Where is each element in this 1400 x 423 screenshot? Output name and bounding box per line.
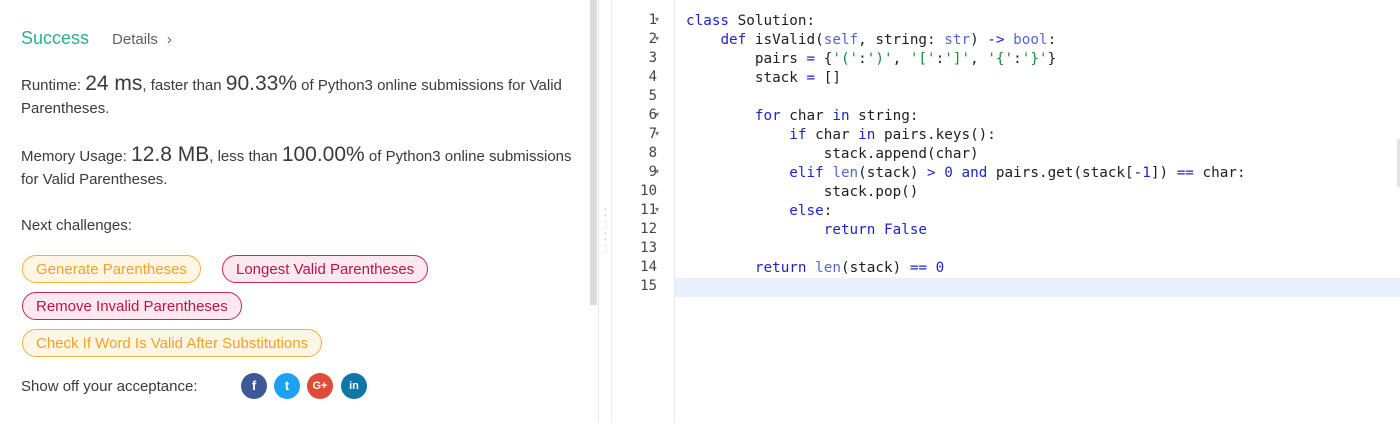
runtime-value: 24 ms (85, 72, 143, 95)
code-line[interactable]: elif len(stack) > 0 and pairs.get(stack[… (686, 164, 1245, 183)
line-number: 10 (640, 183, 657, 199)
line-number: 15 (640, 278, 657, 294)
code-line[interactable]: pairs = {'(':')', '[':']', '{':'}'} (686, 50, 1056, 69)
active-line-highlight (675, 278, 1400, 297)
runtime-summary: Runtime: 24 ms, faster than 90.33% of Py… (21, 72, 581, 120)
left-panel-scrollbar[interactable] (590, 0, 597, 305)
fold-arrow-icon[interactable]: ▾ (655, 129, 659, 138)
code-line[interactable]: for char in string: (686, 107, 919, 126)
code-line[interactable]: stack.pop() (686, 183, 919, 202)
submission-result-panel: Success Details › Runtime: 24 ms, faster … (0, 0, 590, 423)
details-link[interactable]: Details › (112, 31, 172, 48)
code-editor[interactable]: 1 ▾ 2 ▾ 3 4 5 6 ▾ 7 ▾ 8 9 ▾ 10 11 ▾ 12 13 14 15 class Soluti… (612, 0, 1400, 423)
line-number: 14 (640, 259, 657, 275)
panel-resize-handle[interactable]: · · · · · · · · (598, 0, 612, 423)
runtime-percentile: 90.33% (225, 72, 298, 95)
linkedin-icon[interactable]: in (341, 373, 367, 399)
code-line[interactable]: return False (686, 221, 927, 240)
code-line[interactable]: def isValid(self, string: str) -> bool: (686, 31, 1056, 50)
success-status: Success (21, 28, 90, 48)
line-number: 5 (648, 88, 657, 104)
code-line[interactable]: stack.append(char) (686, 145, 979, 164)
code-line[interactable]: if char in pairs.keys(): (686, 126, 996, 145)
runtime-mid-text: , faster than (142, 77, 226, 94)
memory-mid-text: , less than (209, 148, 282, 165)
memory-label: Memory Usage: (21, 148, 132, 165)
challenge-tag-longest-valid-parentheses[interactable]: Longest Valid Parentheses (222, 255, 429, 283)
challenge-tag-remove-invalid-parentheses[interactable]: Remove Invalid Parentheses (22, 292, 242, 320)
fold-arrow-icon[interactable]: ▾ (655, 34, 659, 43)
drag-handle-icon[interactable]: · · · · · · · · (604, 206, 607, 256)
memory-value: 12.8 MB (131, 143, 210, 166)
line-number: 8 (648, 145, 657, 161)
code-line[interactable]: stack = [] (686, 69, 841, 88)
line-number: 13 (640, 240, 657, 256)
memory-percentile: 100.00% (281, 143, 365, 166)
fold-arrow-icon[interactable]: ▾ (655, 205, 659, 214)
twitter-icon[interactable]: t (274, 373, 300, 399)
chevron-right-icon[interactable]: › (167, 31, 172, 48)
line-number: 12 (640, 221, 657, 237)
challenge-tag-check-if-word-is-valid[interactable]: Check If Word Is Valid After Substitutio… (22, 329, 323, 357)
code-line[interactable]: return len(stack) == 0 (686, 259, 944, 278)
google-plus-icon[interactable]: G+ (307, 373, 333, 399)
fold-arrow-icon[interactable]: ▾ (655, 110, 659, 119)
result-tabs: Success Details › (21, 28, 172, 49)
runtime-label: Runtime: (21, 77, 86, 94)
line-number: 4 (648, 69, 657, 85)
memory-summary: Memory Usage: 12.8 MB, less than 100.00%… (21, 143, 581, 191)
code-line[interactable]: else: (686, 202, 832, 221)
challenge-tag-generate-parentheses[interactable]: Generate Parentheses (22, 255, 201, 283)
fold-arrow-icon[interactable]: ▾ (655, 15, 659, 24)
details-label[interactable]: Details (112, 31, 158, 48)
facebook-icon[interactable]: f (241, 373, 267, 399)
line-number: 3 (648, 50, 657, 66)
fold-arrow-icon[interactable]: ▾ (655, 167, 659, 176)
share-label: Show off your acceptance: (21, 378, 198, 395)
code-line[interactable]: class Solution: (686, 12, 815, 31)
line-number-gutter: 1 ▾ 2 ▾ 3 4 5 6 ▾ 7 ▾ 8 9 ▾ 10 11 ▾ 12 13 14 15 (612, 0, 675, 423)
next-challenges-label: Next challenges: (21, 217, 132, 234)
